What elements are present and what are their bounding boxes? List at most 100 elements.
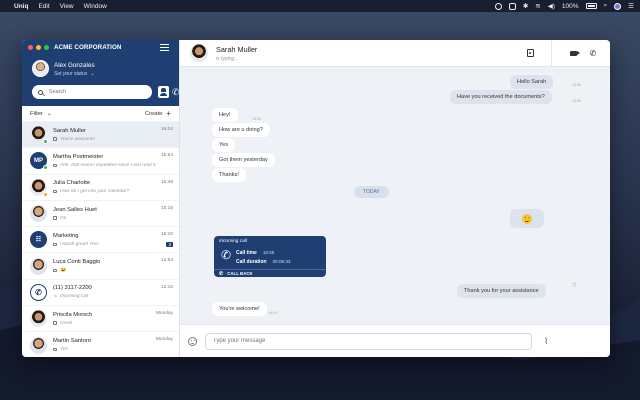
sidebar: ACME CORPORATION Alex Gonzales Set your … <box>22 40 180 357</box>
contact-avatar <box>30 257 47 275</box>
conversation-list: Sarah Muller You're welcome! 16:04 MP Ma… <box>22 122 179 357</box>
phone-icon[interactable]: ✆ <box>172 85 180 99</box>
message-icon <box>53 163 57 168</box>
contacts-icon[interactable] <box>158 86 169 98</box>
message-in[interactable]: Yes <box>212 138 236 152</box>
create-button[interactable]: Create <box>145 111 162 117</box>
message-preview: Ooooh great! Yes! <box>53 242 173 247</box>
composer: ⌇ <box>180 324 610 357</box>
battery-icon[interactable] <box>585 3 597 9</box>
menu-window[interactable]: Window <box>84 3 107 10</box>
message-input[interactable] <box>205 332 532 350</box>
plus-icon[interactable]: + <box>166 109 171 118</box>
conversation-time: 15:48 <box>160 179 173 185</box>
filter-bar: Filter ⌄ Create + <box>22 106 179 122</box>
user-icon[interactable] <box>614 2 622 10</box>
conversation-time: Monday <box>155 311 173 317</box>
message-out[interactable]: Have you received the documents? <box>450 90 552 104</box>
message-in[interactable]: Hey! <box>212 108 238 122</box>
conversation-time: 15:54 <box>160 153 173 159</box>
incoming-call-icon: ↘ <box>53 294 58 300</box>
message-preview: Ahh, that seems expedited since I last r… <box>53 163 173 168</box>
contact-avatar <box>30 336 47 354</box>
control-center-icon[interactable]: ☰ <box>628 2 634 10</box>
contact-name: Jean Salles Huet <box>53 206 97 213</box>
conversation-item[interactable]: Martin Santoro Yes Monday <box>22 332 179 357</box>
message-icon <box>53 189 57 194</box>
menu-view[interactable]: View <box>60 3 74 10</box>
conversation-body: Marketing Ooooh great! Yes! <box>53 233 173 247</box>
message-out[interactable]: Hello Sarah <box>510 75 554 89</box>
message-in[interactable]: How are u doing? <box>212 123 270 137</box>
contact-card-icon <box>526 49 534 57</box>
message-area: Hello Sarah 15:58 Have you received the … <box>180 67 610 324</box>
zoom-window-button[interactable] <box>44 45 49 50</box>
contact-info-button[interactable] <box>523 46 537 60</box>
paperclip-icon[interactable]: ⌇ <box>544 336 548 347</box>
voice-call-button[interactable]: ✆ <box>586 46 600 60</box>
message-in[interactable]: Got them yesterday <box>212 153 275 167</box>
contact-avatar: MP <box>30 152 48 171</box>
close-window-button[interactable] <box>28 45 33 50</box>
grinning-emoji-icon <box>522 213 532 224</box>
conversation-item[interactable]: Jean Salles Huet Ok 15:15 <box>22 201 179 228</box>
conversation-item[interactable]: ☷ Marketing Ooooh great! Yes! 15:10 3 <box>22 227 179 254</box>
battery-percent: 100% <box>561 2 579 10</box>
bluetooth-icon[interactable]: ✱ <box>523 2 528 10</box>
message-in[interactable]: Thanks! <box>212 168 246 182</box>
contact-avatar <box>30 310 47 328</box>
online-status-dot <box>43 165 48 171</box>
contact-name: Julia Charlotte <box>53 180 91 187</box>
mac-menubar: Uniq Edit View Window ✱ ≋ ◀) 100% ⌕ ☰ <box>0 0 640 12</box>
conversation-body: Julia Charlotte How do I get into your c… <box>53 180 173 194</box>
menu-icon[interactable] <box>160 44 169 51</box>
emoji-icon[interactable] <box>188 336 197 346</box>
status-icon[interactable] <box>494 2 502 10</box>
conversation-item[interactable]: Julia Charlotte How do I get into your c… <box>22 175 179 201</box>
away-status-dot <box>43 191 48 197</box>
message-out[interactable] <box>510 209 544 228</box>
video-call-button[interactable] <box>566 46 580 60</box>
menu-app[interactable]: Uniq <box>14 3 28 10</box>
phone-call-icon: ✆ <box>30 283 47 301</box>
display-icon[interactable] <box>508 2 516 10</box>
filter-button[interactable]: Filter <box>30 111 43 117</box>
message-time: 15:58 <box>572 83 581 87</box>
contact-name: Martha Postmeister <box>53 153 104 160</box>
message-preview: Ok <box>53 216 173 221</box>
search-input[interactable] <box>49 89 144 95</box>
message-icon <box>53 321 57 325</box>
conversation-body: Sarah Muller You're welcome! <box>53 128 173 142</box>
chevron-down-icon[interactable]: ⌄ <box>47 110 52 117</box>
status-selector[interactable]: Set your status ⌄ <box>54 71 95 77</box>
menu-edit[interactable]: Edit <box>38 3 49 10</box>
message-preview: 😀 <box>53 268 173 273</box>
contact-avatar[interactable] <box>190 44 208 62</box>
phone-icon: ✆ <box>219 270 224 277</box>
message-preview: How do I get into your calendar? <box>53 189 173 194</box>
contact-name: Luca Conti Baggio <box>53 259 101 266</box>
conversation-item[interactable]: ✆ (11) 3117-2200 ↘ Incoming call 12:15 <box>22 280 179 307</box>
conversation-body: Luca Conti Baggio 😀 <box>53 259 173 273</box>
app-window: ACME CORPORATION Alex Gonzales Set your … <box>22 40 610 357</box>
spotlight-icon[interactable]: ⌕ <box>604 2 608 10</box>
conversation-item[interactable]: MP Martha Postmeister Ahh, that seems ex… <box>22 148 179 175</box>
chat-header: Sarah Muller is typing... ✆ <box>180 40 610 67</box>
conversation-item[interactable]: Priscila Morsch Great Monday <box>22 306 179 333</box>
wifi-icon[interactable]: ≋ <box>535 2 540 10</box>
message-in[interactable]: You're welcome! <box>212 302 267 316</box>
minimize-window-button[interactable] <box>36 45 41 50</box>
message-icon <box>53 242 57 247</box>
conversation-item[interactable]: Luca Conti Baggio 😀 12:54 <box>22 253 179 280</box>
typing-indicator: is typing... <box>216 55 239 62</box>
call-card: Incoming call ✆ Call time 15:55 Call dura… <box>214 236 326 277</box>
volume-icon[interactable]: ◀) <box>548 2 555 10</box>
call-back-button[interactable]: ✆ CALL BACK <box>214 269 326 277</box>
incoming-call-icon: ✆ <box>221 248 232 262</box>
user-avatar[interactable] <box>32 60 49 77</box>
call-card-title: Incoming call <box>219 239 247 244</box>
conversation-item[interactable]: Sarah Muller You're welcome! 16:04 <box>22 122 179 149</box>
search-field[interactable] <box>32 85 152 99</box>
message-out[interactable]: Thank you for your assistance <box>457 284 546 298</box>
contact-avatar <box>30 178 48 197</box>
